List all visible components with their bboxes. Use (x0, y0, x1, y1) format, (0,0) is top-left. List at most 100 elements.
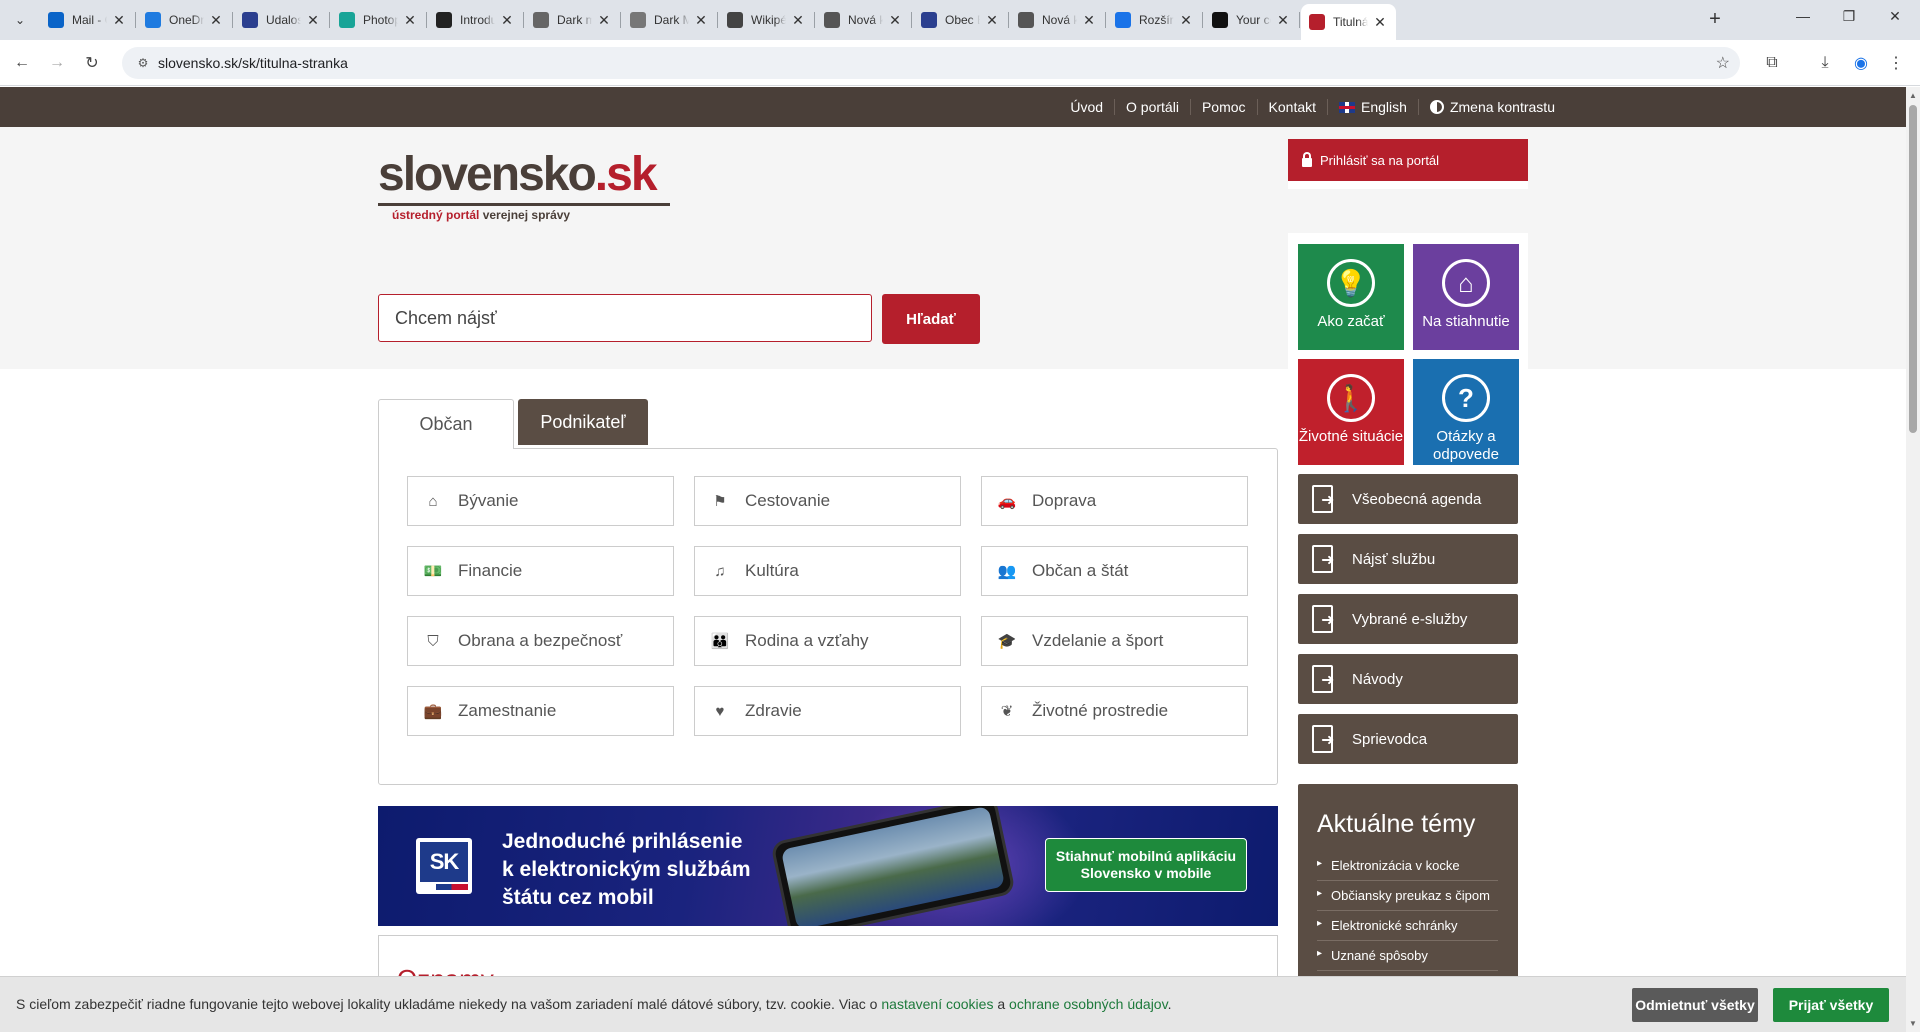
restore-icon[interactable]: ❐ (1826, 8, 1872, 25)
extensions-icon[interactable]: ⧉ (1760, 51, 1784, 75)
mobile-app-banner[interactable]: SK Jednoduché prihlásenie k elektronický… (378, 806, 1278, 926)
topic-link[interactable]: Elektronické schránky (1317, 911, 1498, 941)
tab-search-chevron-icon[interactable]: ⌄ (8, 8, 32, 32)
close-tab-icon[interactable]: ✕ (790, 12, 806, 29)
scroll-down-icon[interactable]: ▼ (1909, 1019, 1917, 1028)
nav-contrast[interactable]: Zmena kontrastu (1417, 99, 1566, 115)
browser-tab[interactable]: Introduc ✕ (428, 6, 524, 34)
close-tab-icon[interactable]: ✕ (1178, 12, 1194, 29)
category-briefcase[interactable]: 💼 Zamestnanie (407, 686, 674, 736)
close-tab-icon[interactable]: ✕ (111, 12, 127, 29)
search-input[interactable]: Chcem nájsť (378, 294, 872, 342)
topic-link[interactable]: Elektronizácia v kocke (1317, 851, 1498, 881)
browser-tab[interactable]: Your con ✕ (1204, 6, 1300, 34)
browser-tab[interactable]: Rozšíren ✕ (1107, 6, 1203, 34)
browser-tab[interactable]: Nová kar ✕ (816, 6, 912, 34)
new-tab-button[interactable]: + (1703, 8, 1727, 32)
topic-link[interactable]: Občiansky preukaz s čipom (1317, 881, 1498, 911)
browser-tab[interactable]: Photope ✕ (331, 6, 427, 34)
close-tab-icon[interactable]: ✕ (887, 12, 903, 29)
browser-tab[interactable]: Udalosti ✕ (234, 6, 330, 34)
close-tab-icon[interactable]: ✕ (693, 12, 709, 29)
tile-label: Životné situácie (1298, 428, 1404, 445)
category-graduation-cap[interactable]: 🎓 Vzdelanie a šport (981, 616, 1248, 666)
scroll-up-icon[interactable]: ▲ (1909, 91, 1917, 100)
category-shield[interactable]: ⛉ Obrana a bezpečnosť (407, 616, 674, 666)
browser-tab[interactable]: Titulná s ✕ (1301, 4, 1396, 40)
category-car[interactable]: 🚗 Doprava (981, 476, 1248, 526)
nav-pomoc[interactable]: Pomoc (1189, 99, 1257, 115)
cookie-settings-link[interactable]: nastavení cookies (881, 996, 993, 1012)
forward-icon[interactable]: → (45, 51, 69, 75)
close-tab-icon[interactable]: ✕ (1275, 12, 1291, 29)
sidebar-button[interactable]: Nájsť službu (1298, 534, 1518, 584)
close-tab-icon[interactable]: ✕ (208, 12, 224, 29)
close-tab-icon[interactable]: ✕ (1372, 14, 1388, 31)
browser-tab[interactable]: Obec Ba ✕ (913, 6, 1009, 34)
nav-o-portali[interactable]: O portáli (1114, 99, 1190, 115)
topic-link[interactable]: Uznané spôsoby (1317, 941, 1498, 971)
browser-tab[interactable]: Nová kar ✕ (1010, 6, 1106, 34)
bookmark-star-icon[interactable]: ☆ (1716, 53, 1730, 73)
browser-tab[interactable]: Wikipédi ✕ (719, 6, 815, 34)
close-tab-icon[interactable]: ✕ (305, 12, 321, 29)
download-app-button[interactable]: Stiahnuť mobilnú aplikáciu Slovensko v mo… (1045, 838, 1247, 892)
accept-all-button[interactable]: Prijať všetky (1773, 988, 1889, 1022)
document-arrow-icon (1312, 605, 1338, 633)
reload-icon[interactable]: ↻ (80, 51, 104, 75)
search-button[interactable]: Hľadať (882, 294, 980, 344)
page-scrollbar[interactable]: ▲ ▼ (1906, 87, 1920, 1032)
sidebar-button-label: Sprievodca (1352, 730, 1428, 748)
privacy-link[interactable]: ochrane osobných údajov (1009, 996, 1168, 1012)
address-bar[interactable]: ⚙ slovensko.sk/sk/titulna-stranka ☆ (122, 47, 1740, 79)
sidebar-button[interactable]: Sprievodca (1298, 714, 1518, 764)
login-button[interactable]: Prihlásiť sa na portál (1288, 139, 1528, 181)
category-signpost[interactable]: ⚑ Cestovanie (694, 476, 961, 526)
tab-citizen[interactable]: Občan (378, 399, 514, 449)
nav-english[interactable]: English (1327, 99, 1418, 115)
category-heartbeat[interactable]: ♥ Zdravie (694, 686, 961, 736)
tile-lightbulb[interactable]: 💡 Ako začať (1298, 244, 1404, 350)
browser-tab[interactable]: Mail - Ol ✕ (40, 6, 136, 34)
sidebar-button[interactable]: Vybrané e-služby (1298, 594, 1518, 644)
tile-download-house[interactable]: ⌂ Na stiahnutie (1413, 244, 1519, 350)
tile-person[interactable]: 🚶 Životné situácie (1298, 359, 1404, 465)
coat-of-arms-icon (242, 12, 258, 28)
tile-question[interactable]: ? Otázky a odpovede (1413, 359, 1519, 465)
reject-all-button[interactable]: Odmietnuť všetky (1632, 988, 1758, 1022)
nav-uvod[interactable]: Úvod (1059, 99, 1114, 115)
category-users[interactable]: 👥 Občan a štát (981, 546, 1248, 596)
profile-icon[interactable]: ◉ (1849, 51, 1873, 75)
browser-tab[interactable]: Dark mo ✕ (525, 6, 621, 34)
nav-kontakt[interactable]: Kontakt (1256, 99, 1327, 115)
browser-menu-icon[interactable]: ⋮ (1884, 51, 1908, 75)
back-icon[interactable]: ← (10, 51, 34, 75)
extension-page-icon (533, 12, 549, 28)
users-icon: 👥 (997, 563, 1017, 580)
logo-tld: .sk (594, 148, 658, 201)
close-tab-icon[interactable]: ✕ (596, 12, 612, 29)
close-tab-icon[interactable]: ✕ (499, 12, 515, 29)
category-money[interactable]: 💵 Financie (407, 546, 674, 596)
category-family[interactable]: 👪 Rodina a vzťahy (694, 616, 961, 666)
browser-tab[interactable]: OneDrive ✕ (137, 6, 233, 34)
browser-toolbar: ← → ↻ ⚙ slovensko.sk/sk/titulna-stranka … (0, 40, 1920, 86)
category-music[interactable]: ♫ Kultúra (694, 546, 961, 596)
site-info-icon[interactable]: ⚙ (128, 56, 158, 70)
close-tab-icon[interactable]: ✕ (402, 12, 418, 29)
scrollbar-thumb[interactable] (1909, 105, 1917, 433)
close-tab-icon[interactable]: ✕ (984, 12, 1000, 29)
sidebar-button[interactable]: Všeobecná agenda (1298, 474, 1518, 524)
close-window-icon[interactable]: ✕ (1872, 8, 1918, 25)
close-tab-icon[interactable]: ✕ (1081, 12, 1097, 29)
tab-business[interactable]: Podnikateľ (518, 399, 648, 445)
uk-flag-icon (1339, 101, 1356, 113)
browser-tab[interactable]: Dark Mo ✕ (622, 6, 718, 34)
nav-english-label: English (1361, 99, 1407, 115)
site-logo[interactable]: slovensko.sk ústredný portál verejnej sp… (378, 149, 674, 241)
sidebar-button[interactable]: Návody (1298, 654, 1518, 704)
category-home[interactable]: ⌂ Bývanie (407, 476, 674, 526)
minimize-icon[interactable]: — (1780, 8, 1826, 24)
category-leaf[interactable]: ❦ Životné prostredie (981, 686, 1248, 736)
downloads-icon[interactable]: ⤓ (1813, 51, 1837, 75)
